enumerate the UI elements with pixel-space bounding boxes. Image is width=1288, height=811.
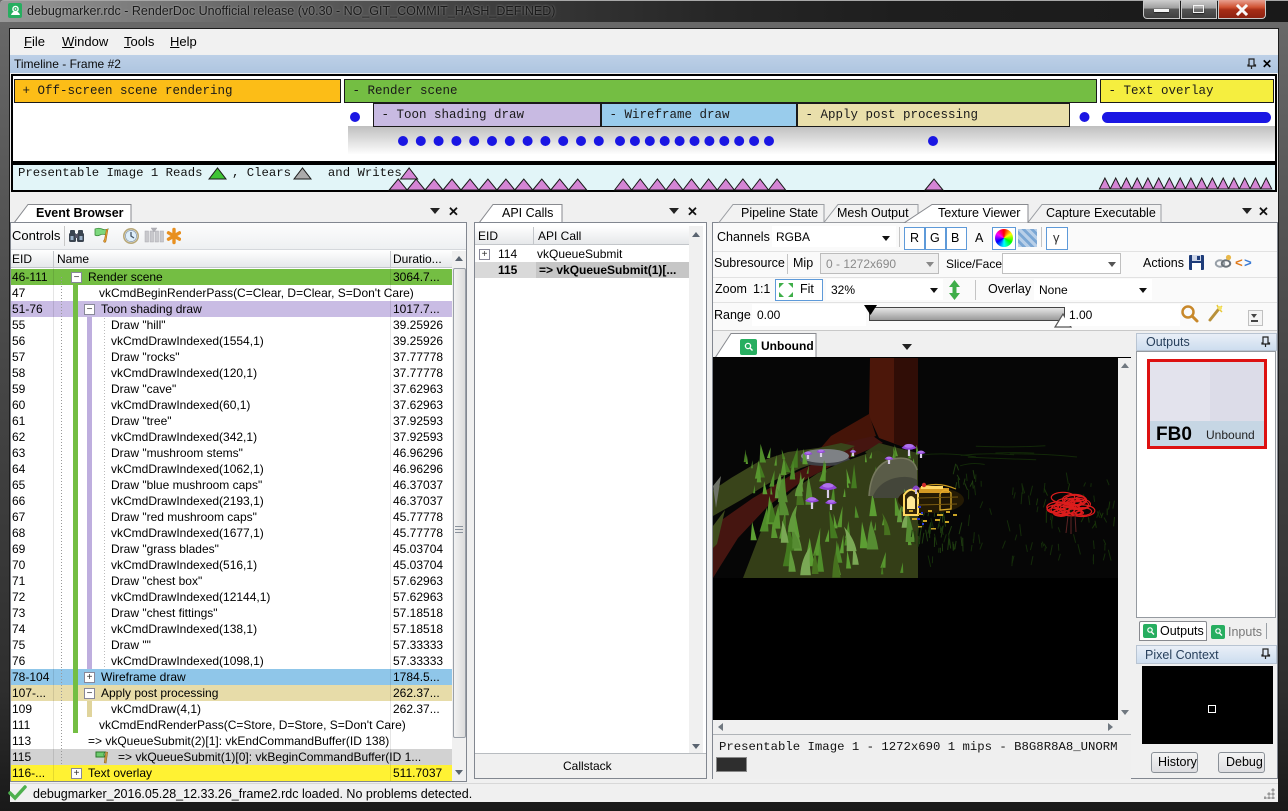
svg-text:>: >	[1244, 256, 1252, 271]
svg-text:<: <	[1235, 256, 1243, 271]
